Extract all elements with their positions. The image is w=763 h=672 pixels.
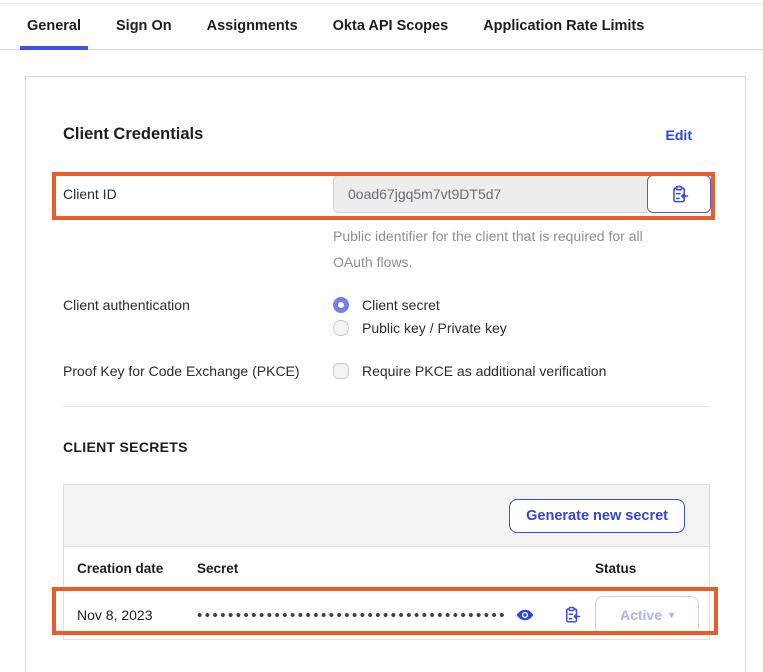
table-header-row: Creation date Secret Status: [64, 547, 709, 591]
auth-option-client-secret[interactable]: Client secret: [333, 297, 507, 313]
pkce-label: Proof Key for Code Exchange (PKCE): [63, 363, 300, 379]
eye-icon: [516, 606, 534, 624]
generate-new-secret-button[interactable]: Generate new secret: [509, 498, 685, 533]
column-header-status: Status: [595, 561, 637, 576]
tab-assignments[interactable]: Assignments: [200, 4, 305, 50]
client-id-help-text: Public identifier for the client that is…: [333, 228, 643, 270]
tab-general[interactable]: General: [20, 4, 88, 50]
masked-secret-value: ••••••••••••••••••••••••••••••••••••••••: [197, 607, 508, 623]
secret-cell: ••••••••••••••••••••••••••••••••••••••••: [197, 606, 595, 624]
status-label: Active: [619, 607, 662, 623]
column-header-secret: Secret: [197, 561, 239, 576]
client-id-copy-button[interactable]: [647, 175, 711, 213]
client-id-label: Client ID: [63, 186, 117, 202]
table-row: Nov 8, 2023 ••••••••••••••••••••••••••••…: [64, 591, 709, 639]
reveal-secret-button[interactable]: [516, 606, 534, 624]
auth-option-label: Client secret: [362, 297, 440, 313]
clipboard-copy-icon: [563, 606, 581, 624]
secret-copy-button[interactable]: [563, 606, 581, 624]
app-tabbar: General Sign On Assignments Okta API Sco…: [0, 4, 763, 50]
client-id-value-field[interactable]: 0oad67jgq5m7vt9DT5d7: [333, 175, 647, 213]
section-divider: [63, 406, 710, 407]
tab-okta-api-scopes[interactable]: Okta API Scopes: [326, 4, 456, 50]
client-credentials-header: Client Credentials Edit: [63, 125, 710, 144]
clipboard-copy-icon: [670, 185, 689, 204]
radio-selected-icon[interactable]: [333, 297, 349, 313]
auth-option-label: Public key / Private key: [362, 320, 507, 336]
pkce-row: Proof Key for Code Exchange (PKCE) Requi…: [63, 363, 710, 379]
chevron-down-icon: ▾: [669, 609, 675, 621]
pkce-option-label: Require PKCE as additional verification: [362, 363, 607, 379]
client-credentials-title: Client Credentials: [63, 125, 204, 143]
client-authentication-label: Client authentication: [63, 297, 190, 313]
tab-application-rate-limits[interactable]: Application Rate Limits: [476, 4, 651, 50]
client-id-field-group: 0oad67jgq5m7vt9DT5d7: [333, 175, 711, 213]
client-secrets-table: Generate new secret Creation date Secret…: [63, 484, 710, 640]
table-toolbar: Generate new secret: [64, 485, 709, 547]
pkce-checkbox[interactable]: [333, 363, 349, 379]
client-authentication-row: Client authentication Client secret Publ…: [63, 297, 710, 336]
edit-link[interactable]: Edit: [666, 127, 692, 143]
tab-sign-on[interactable]: Sign On: [109, 4, 179, 50]
radio-unselected-icon[interactable]: [333, 320, 349, 336]
client-secrets-title: CLIENT SECRETS: [63, 439, 188, 455]
secret-creation-date: Nov 8, 2023: [77, 607, 153, 623]
client-id-row: Client ID 0oad67jgq5m7vt9DT5d7: [63, 170, 711, 218]
column-header-creation-date: Creation date: [77, 561, 164, 576]
general-settings-card: Client Credentials Edit Client ID 0oad67…: [25, 76, 746, 672]
status-dropdown-button[interactable]: Active ▾: [595, 596, 699, 634]
auth-option-public-private-key[interactable]: Public key / Private key: [333, 320, 507, 336]
